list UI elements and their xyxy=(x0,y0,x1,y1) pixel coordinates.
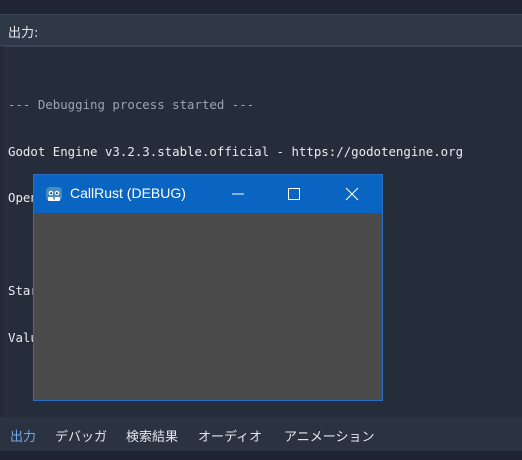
tab-debugger[interactable]: デバッガ xyxy=(55,426,107,445)
minimize-button[interactable] xyxy=(210,175,266,213)
maximize-button[interactable] xyxy=(266,175,322,213)
window-titlebar[interactable]: CallRust (DEBUG) xyxy=(34,175,382,213)
minimize-icon xyxy=(232,193,244,195)
output-panel-header: 出力: xyxy=(0,15,522,46)
console-line: --- Debugging process started --- xyxy=(8,97,255,112)
game-debug-window[interactable]: CallRust (DEBUG) xyxy=(33,174,383,401)
bottom-panel-tabs: 出力 デバッガ 検索結果 オーディオ アニメーション xyxy=(0,417,522,451)
tab-animation[interactable]: アニメーション xyxy=(284,426,374,445)
console-line: Godot Engine v3.2.3.stable.official - ht… xyxy=(8,143,464,159)
tab-output[interactable]: 出力 xyxy=(10,426,36,445)
tab-audio[interactable]: オーディオ xyxy=(198,426,262,445)
godot-icon xyxy=(45,185,63,203)
close-icon xyxy=(345,187,359,201)
window-title: CallRust (DEBUG) xyxy=(70,185,186,201)
maximize-icon xyxy=(288,188,300,200)
output-panel-title: 出力: xyxy=(8,26,39,41)
window-viewport[interactable] xyxy=(34,213,382,400)
close-button[interactable] xyxy=(324,175,380,213)
editor-bottom-strip xyxy=(0,451,522,460)
tab-search-results[interactable]: 検索結果 xyxy=(126,426,178,445)
editor-top-strip xyxy=(0,0,522,15)
